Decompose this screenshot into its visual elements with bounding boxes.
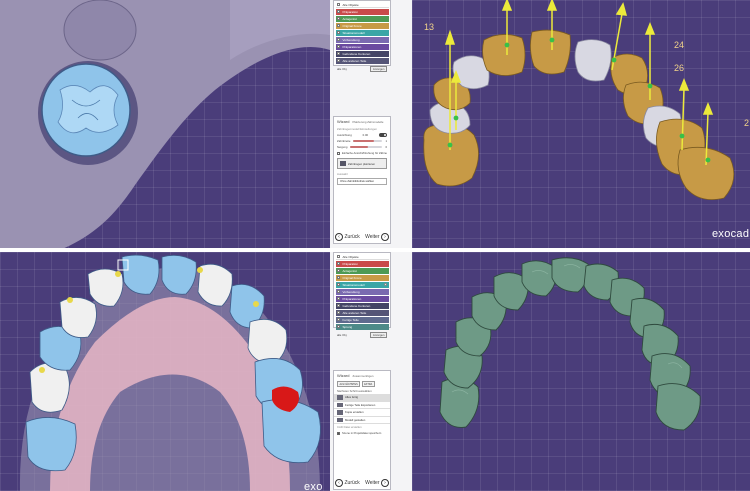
place-arch-button[interactable]: Zahnbogen platzieren (337, 158, 387, 169)
object-row[interactable]: Alle anderen Teile (335, 57, 389, 64)
back-button[interactable]: ‹ Zurück (335, 479, 360, 487)
menu-item-copy[interactable]: Kopie erstellen (334, 409, 390, 417)
viewport-tooth-placement[interactable]: 13 24 26 2 exocad (412, 0, 750, 248)
crown-arch-scene (423, 0, 735, 201)
next-button[interactable]: Weiter › (365, 479, 389, 487)
tooth-number-partial: 2 (744, 118, 750, 128)
object-row[interactable]: Situationsmodell (335, 29, 389, 36)
show-all-label[interactable]: alle Obj. (337, 333, 347, 337)
object-row[interactable]: Gefundene Konturen (335, 50, 389, 57)
arch-icon (340, 161, 346, 166)
wizard-nav-bottom: ‹ Zurück Weiter › (335, 479, 389, 487)
arrow-right-icon: › (381, 233, 389, 241)
simple-view-checkbox[interactable]: Einfache Ansicht/Drehung für Zähne (334, 150, 390, 156)
tooth-number-24: 24 (674, 40, 685, 50)
crown-arch (423, 29, 735, 201)
checkbox-icon[interactable] (337, 431, 340, 435)
export-icon (337, 402, 343, 407)
object-row[interactable]: Präparationen (335, 295, 389, 302)
exocad-logo-top: exocad (712, 228, 750, 240)
checkbox-icon[interactable] (337, 151, 340, 155)
tooth-number-13: 13 (424, 22, 435, 32)
model-icon (337, 417, 343, 422)
object-row[interactable]: Gefundene Konturen (335, 302, 389, 309)
arrow-right-icon: › (381, 479, 389, 487)
object-row[interactable]: Alle anderen Teile (335, 309, 389, 316)
copy-icon (337, 410, 343, 415)
viewport-final-model[interactable] (412, 252, 750, 491)
object-row[interactable]: Original Krone (335, 22, 389, 29)
object-row[interactable]: Antagonist (335, 267, 389, 274)
crown-occlusal-fissures (57, 85, 119, 134)
menu-item-export[interactable]: Fertige Teile Exportieren (334, 402, 390, 409)
exocad-logo-bottom: exo (304, 481, 323, 491)
green-arch-scene (439, 257, 701, 431)
wizard-title: Wizard Zusammenfügen (337, 373, 374, 378)
object-panel-footer: alle Obj. Anzeigen (334, 331, 390, 339)
save-scene-checkbox[interactable]: Szene in Projektdatei speichern (334, 430, 390, 436)
object-row[interactable]: Antagonist (335, 15, 389, 22)
object-row[interactable]: Sprung (335, 323, 389, 330)
wizard-title: Wizard Platzierung Zahnmodelle (337, 119, 384, 124)
wizard-panel-top: Wizard Platzierung Zahnmodelle Zahnbogen… (333, 116, 391, 244)
selection-label: Auswahl (337, 172, 348, 176)
object-row[interactable]: Alle Objekte (335, 1, 389, 8)
show-all-label[interactable]: alle Obj. (337, 67, 347, 71)
viewport-jaw-scan[interactable]: exo (0, 252, 330, 491)
object-row[interactable]: Fertige Teile (335, 316, 389, 323)
wizard-tabs: ALS NÄCHSTES EXTRA (334, 380, 390, 388)
alignment-value[interactable]: 0.00 (363, 133, 368, 137)
tooth-width-value[interactable]: 1 (385, 139, 387, 143)
crown-closeup-scene (0, 0, 330, 248)
tooth-width-slider[interactable] (353, 140, 383, 142)
tooth-number-26: 26 (674, 63, 685, 73)
back-button[interactable]: ‹ Zurück (335, 233, 360, 241)
object-row[interactable]: Situationsmodell (335, 281, 389, 288)
green-teeth (439, 257, 701, 431)
tab-extra[interactable]: EXTRA (361, 381, 375, 387)
arrow-left-icon: ‹ (335, 233, 343, 241)
inclination-value[interactable]: 0 (385, 145, 387, 149)
visibility-dot[interactable] (383, 283, 387, 287)
next-button[interactable]: Weiter › (365, 233, 389, 241)
object-panel-bottom: Alle Objekte Präparation Antagonist Orig… (333, 252, 391, 338)
crown-front-2 (530, 29, 571, 75)
object-row[interactable]: Alle Objekte (335, 253, 389, 260)
object-row[interactable]: Präparationen (335, 43, 389, 50)
neighbour-tooth (63, 0, 137, 61)
object-row[interactable]: Vorbereitung (335, 36, 389, 43)
object-row[interactable]: Original Krone (335, 274, 389, 281)
menu-item-finished[interactable]: Alles fertig (334, 394, 390, 402)
finished-icon (337, 395, 343, 400)
library-select[interactable]: Ohne Zahnbibliothek wählen (337, 178, 387, 185)
arrow-left-icon: ‹ (335, 479, 343, 487)
crown-front-1 (482, 34, 526, 76)
object-panel-footer: alle Obj. Anzeigen (334, 65, 390, 73)
show-button[interactable]: Anzeigen (370, 331, 387, 338)
show-button[interactable]: Anzeigen (370, 65, 387, 72)
jaw-scan-scene (19, 254, 321, 491)
menu-item-model[interactable]: Modell gestalten (334, 417, 390, 424)
object-panel-top: Alle Objekte Präparation Antagonist Orig… (333, 0, 391, 72)
object-row[interactable]: Präparation (335, 8, 389, 15)
object-row[interactable]: Präparation (335, 260, 389, 267)
inclination-slider[interactable] (350, 146, 383, 148)
alignment-toggle[interactable] (378, 133, 387, 137)
wizard-panel-bottom: Wizard Zusammenfügen ALS NÄCHSTES EXTRA … (333, 370, 391, 490)
object-row[interactable]: Vorbereitung (335, 288, 389, 295)
tab-next-steps[interactable]: ALS NÄCHSTES (337, 381, 361, 387)
wizard-nav-top: ‹ Zurück Weiter › (335, 233, 389, 241)
crown-front-3 (574, 39, 612, 82)
viewport-crown-closeup[interactable] (0, 0, 330, 248)
